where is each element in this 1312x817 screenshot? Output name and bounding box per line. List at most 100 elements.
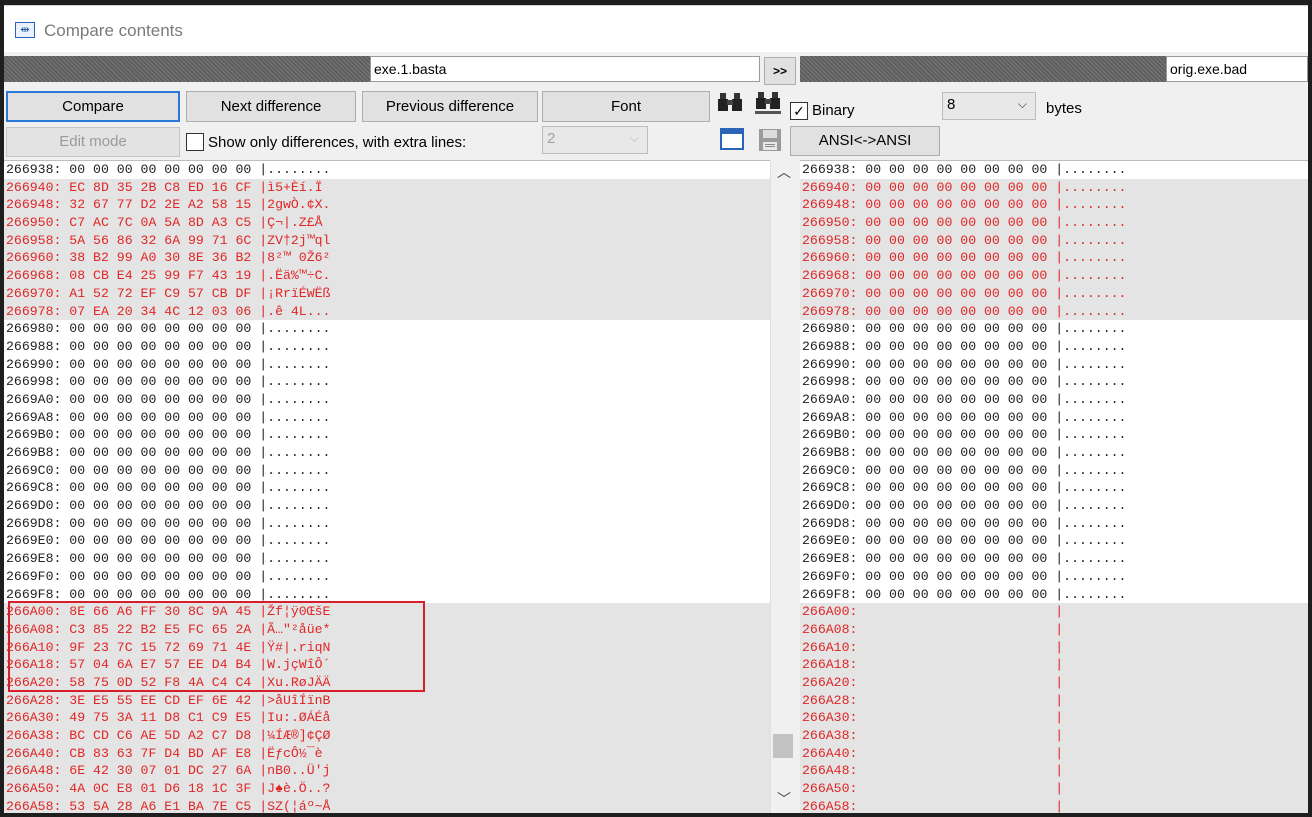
hex-row: 266980: 00 00 00 00 00 00 00 00 |.......…	[802, 321, 1127, 337]
hex-row: 266970: 00 00 00 00 00 00 00 00 |.......…	[800, 284, 1308, 303]
hex-row: 266A28: |	[800, 691, 1308, 710]
hex-row: 2669E0: 00 00 00 00 00 00 00 00 |.......…	[6, 533, 331, 549]
hex-row: 266938: 00 00 00 00 00 00 00 00 |.......…	[6, 162, 331, 177]
show-only-differences-checkbox[interactable]	[186, 133, 204, 151]
hex-row: 2669B0: 00 00 00 00 00 00 00 00 |.......…	[802, 427, 1127, 443]
swap-files-button[interactable]: >>	[764, 57, 796, 85]
hex-row: 266988: 00 00 00 00 00 00 00 00 |.......…	[6, 338, 331, 354]
hex-row: 266978: 00 00 00 00 00 00 00 00 |.......…	[800, 302, 1308, 321]
hex-row: 266A28: 3E E5 55 EE CD EF 6E 42 |>åUîÍïn…	[4, 691, 770, 710]
hex-row: 266970: A1 52 72 EF C9 57 CB DF |¡RrïÉWË…	[4, 284, 770, 303]
edit-mode-button[interactable]: Edit mode	[6, 127, 180, 157]
hex-row: 266990: 00 00 00 00 00 00 00 00 |.......…	[6, 356, 331, 372]
hex-row: 266A40: |	[800, 744, 1308, 763]
hex-row: 2669C8: 00 00 00 00 00 00 00 00 |.......…	[802, 480, 1127, 496]
hex-row: 266948: 32 67 77 D2 2E A2 58 15 |2gwÒ.¢X…	[4, 196, 770, 215]
hex-row: 266998: 00 00 00 00 00 00 00 00 |.......…	[802, 374, 1127, 390]
hex-row: 2669E0: 00 00 00 00 00 00 00 00 |.......…	[802, 533, 1127, 549]
right-file-name[interactable]: orig.exe.bad	[1166, 56, 1308, 82]
font-button[interactable]: Font	[542, 91, 710, 122]
hex-row: 2669A8: 00 00 00 00 00 00 00 00 |.......…	[802, 409, 1127, 425]
hex-row: 266A58: 53 5A 28 A6 E1 BA 7E C5 |SZ(¦áº~…	[4, 797, 770, 813]
hex-row: 266958: 00 00 00 00 00 00 00 00 |.......…	[800, 231, 1308, 250]
binoculars-next-icon[interactable]	[754, 91, 782, 119]
bytes-label: bytes	[1046, 100, 1082, 117]
hex-row: 266960: 38 B2 99 A0 30 8E 36 B2 |8²™ 0Ž6…	[4, 249, 770, 268]
hex-row: 266A10: 9F 23 7C 15 72 69 71 4E |Ÿ#|.riq…	[4, 638, 770, 657]
hex-row: 266980: 00 00 00 00 00 00 00 00 |.......…	[6, 321, 331, 337]
hex-row: 2669A0: 00 00 00 00 00 00 00 00 |.......…	[6, 391, 331, 407]
hex-row: 2669F8: 00 00 00 00 00 00 00 00 |.......…	[802, 586, 1127, 602]
hex-row: 2669C0: 00 00 00 00 00 00 00 00 |.......…	[802, 462, 1127, 478]
hex-row: 266A40: CB 83 63 7F D4 BD AF E8 |ËƒcÔ½¯è	[4, 744, 770, 763]
hex-row: 266960: 00 00 00 00 00 00 00 00 |.......…	[800, 249, 1308, 268]
compare-button[interactable]: Compare	[6, 91, 180, 122]
chevron-up-icon[interactable]: ︿	[777, 162, 791, 182]
save-icon[interactable]	[756, 128, 784, 156]
hex-row: 266A38: BC CD C6 AE 5D A2 C7 D8 |¼ÍÆ®]¢Ç…	[4, 727, 770, 745]
binoculars-icon[interactable]	[716, 91, 744, 119]
hex-row: 266A50: |	[800, 780, 1308, 798]
hex-row: 266A08: |	[800, 620, 1308, 639]
chevron-down-icon: ⌵	[629, 131, 639, 145]
right-hex-pane[interactable]: 266938: 00 00 00 00 00 00 00 00 |.......…	[800, 160, 1308, 813]
hex-row: 2669D0: 00 00 00 00 00 00 00 00 |.......…	[802, 498, 1127, 514]
compare-icon: ⇹	[15, 22, 35, 38]
binary-checkbox[interactable]: ✓	[790, 102, 808, 120]
hex-row: 2669B8: 00 00 00 00 00 00 00 00 |.......…	[802, 445, 1127, 460]
hex-row: 2669F8: 00 00 00 00 00 00 00 00 |.......…	[6, 586, 331, 602]
hex-row: 266950: C7 AC 7C 0A 5A 8D A3 C5 |Ç¬|.Z£Å	[4, 214, 770, 232]
window-icon[interactable]	[718, 128, 746, 156]
hex-row: 2669D0: 00 00 00 00 00 00 00 00 |.......…	[6, 498, 331, 514]
hex-row: 2669B8: 00 00 00 00 00 00 00 00 |.......…	[6, 445, 331, 460]
hex-row: 266A58: |	[800, 797, 1308, 813]
left-file-bar	[4, 56, 370, 82]
left-file-name[interactable]: exe.1.basta	[370, 56, 760, 82]
hex-row: 2669E8: 00 00 00 00 00 00 00 00 |.......…	[6, 551, 331, 567]
hex-row: 266A30: 49 75 3A 11 D8 C1 C9 E5 |Iu:.ØÁÉ…	[4, 709, 770, 727]
hex-row: 266950: 00 00 00 00 00 00 00 00 |.......…	[800, 214, 1308, 232]
hex-row: 266958: 5A 56 86 32 6A 99 71 6C |ZV†2j™q…	[4, 231, 770, 250]
bytes-select-value: 8	[947, 96, 956, 113]
hex-row: 266998: 00 00 00 00 00 00 00 00 |.......…	[6, 374, 331, 390]
previous-difference-button[interactable]: Previous difference	[362, 91, 538, 122]
hex-row: 2669A8: 00 00 00 00 00 00 00 00 |.......…	[6, 409, 331, 425]
hex-row: 266A18: |	[800, 656, 1308, 674]
hex-row: 266988: 00 00 00 00 00 00 00 00 |.......…	[802, 338, 1127, 354]
binary-label: Binary	[812, 102, 855, 119]
hex-row: 2669C8: 00 00 00 00 00 00 00 00 |.......…	[6, 480, 331, 496]
chevron-down-icon[interactable]: ﹀	[777, 789, 791, 809]
hex-row: 266990: 00 00 00 00 00 00 00 00 |.......…	[802, 356, 1127, 372]
hex-row: 2669F0: 00 00 00 00 00 00 00 00 |.......…	[802, 568, 1127, 584]
hex-row: 266A10: |	[800, 638, 1308, 657]
bytes-select[interactable]: 8 ⌵	[942, 92, 1036, 120]
hex-row: 2669C0: 00 00 00 00 00 00 00 00 |.......…	[6, 462, 331, 478]
hex-row: 266968: 08 CB E4 25 99 F7 43 19 |.Ëä%™÷C…	[4, 267, 770, 285]
hex-row: 2669D8: 00 00 00 00 00 00 00 00 |.......…	[802, 515, 1127, 531]
show-only-differences-label: Show only differences, with extra lines:	[208, 134, 467, 151]
next-difference-button[interactable]: Next difference	[186, 91, 356, 122]
hex-row: 266A08: C3 85 22 B2 E5 FC 65 2A |Ã…"²åüe…	[4, 620, 770, 639]
hex-row: 266A30: |	[800, 709, 1308, 727]
ansi-button[interactable]: ANSI<->ANSI	[790, 126, 940, 156]
hex-row: 266968: 00 00 00 00 00 00 00 00 |.......…	[800, 267, 1308, 285]
left-hex-pane[interactable]: 266938: 00 00 00 00 00 00 00 00 |.......…	[4, 160, 770, 813]
hex-row: 266A38: |	[800, 727, 1308, 745]
title-bar: ⇹ Compare contents	[4, 5, 1308, 52]
window-title: Compare contents	[44, 21, 183, 40]
hex-row: 2669D8: 00 00 00 00 00 00 00 00 |.......…	[6, 515, 331, 531]
hex-row: 266A50: 4A 0C E8 01 D6 18 1C 3F |J♠è.Ö..…	[4, 780, 770, 798]
scrollbar-thumb[interactable]	[773, 733, 793, 758]
chevron-down-icon: ⌵	[1017, 97, 1027, 111]
hex-row: 266A18: 57 04 6A E7 57 EE D4 B4 |W.jçWîÔ…	[4, 656, 770, 674]
hex-row: 266940: EC 8D 35 2B C8 ED 16 CF |ì5+Èí.Ï	[4, 178, 770, 197]
hex-row: 266978: 07 EA 20 34 4C 12 03 06 |.ê 4L..…	[4, 302, 770, 321]
hex-row: 2669F0: 00 00 00 00 00 00 00 00 |.......…	[6, 568, 331, 584]
extra-lines-value: 2	[547, 130, 556, 147]
hex-row: 266A20: |	[800, 673, 1308, 692]
extra-lines-select[interactable]: 2 ⌵	[542, 126, 648, 154]
hex-row: 2669B0: 00 00 00 00 00 00 00 00 |.......…	[6, 427, 331, 443]
hex-row: 266A00: |	[800, 603, 1308, 621]
vertical-scrollbar[interactable]: ︿ ﹀	[770, 160, 795, 813]
hex-row: 266938: 00 00 00 00 00 00 00 00 |.......…	[802, 162, 1127, 177]
